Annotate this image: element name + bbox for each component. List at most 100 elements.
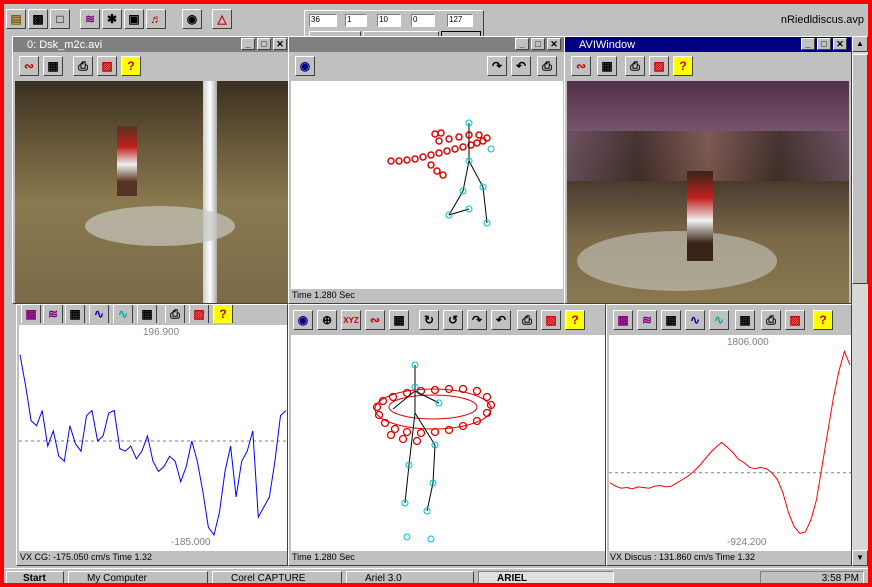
print-icon[interactable]: ⎙: [165, 305, 185, 323]
print-icon[interactable]: ⎙: [517, 310, 537, 330]
scroll-down-button[interactable]: ▼: [852, 550, 868, 566]
ymin-label: -185.000: [171, 537, 211, 548]
chart-icon[interactable]: ▦: [613, 310, 633, 330]
stick-bottom-toolbar: ◉ ⊕ XYZ ∾ ▦ ↻ ↺ ↷ ↶ ⎙ ▨ ?: [291, 307, 605, 333]
globe-icon[interactable]: ◉: [293, 310, 313, 330]
globe-icon[interactable]: ◉: [295, 56, 315, 76]
graph-icon[interactable]: ≋: [80, 9, 100, 29]
vertical-scrollbar[interactable]: ▲ ▼: [852, 36, 868, 566]
new-file-icon[interactable]: □: [50, 9, 70, 29]
print-preview-icon[interactable]: ▨: [649, 56, 669, 76]
zoom-icon[interactable]: ⊕: [317, 310, 337, 330]
print-preview-icon[interactable]: ▨: [785, 310, 805, 330]
table-icon[interactable]: ▦: [661, 310, 681, 330]
palette-icon[interactable]: ▦: [735, 310, 755, 330]
avi-toolbar: ∾ ▦ ⎙ ▨ ?: [567, 53, 851, 79]
minimize-button[interactable]: _: [515, 38, 529, 50]
undo-icon[interactable]: ↶: [511, 56, 531, 76]
snapshot-icon[interactable]: ◉: [182, 9, 202, 29]
wave2-icon[interactable]: ∿: [113, 305, 133, 323]
graph-right-toolbar: ▦ ≋ ▦ ∿ ∿ ▦ ⎙ ▨ ?: [609, 307, 851, 333]
warning-icon[interactable]: △: [212, 9, 232, 29]
curve-icon[interactable]: ∾: [365, 310, 385, 330]
start-button[interactable]: Start: [6, 571, 64, 583]
graph-icon[interactable]: ≋: [637, 310, 657, 330]
help-icon[interactable]: ?: [213, 305, 233, 323]
palette-icon[interactable]: ▦: [389, 310, 409, 330]
minimize-button[interactable]: _: [801, 38, 815, 50]
frame-field-1[interactable]: 36: [309, 14, 337, 27]
graph-right-chart: [609, 349, 851, 534]
table-icon[interactable]: ▦: [65, 305, 85, 323]
redo-icon[interactable]: ↷: [467, 310, 487, 330]
status-bar: VX Discus : 131.860 cm/s Time 1.32: [607, 551, 851, 565]
video-window-left[interactable]: 0: Dsk_m2c.avi _ □ ✕ ∾ ▦ ⎙ ▨ ?: [12, 36, 292, 304]
open-folder-icon[interactable]: ▤: [6, 9, 26, 29]
taskbar-item-corel[interactable]: Corel CAPTURE: [212, 571, 342, 583]
wave2-icon[interactable]: ∿: [709, 310, 729, 330]
graph-window-left[interactable]: ▦ ≋ ▦ ∿ ∿ ▦ ⎙ ▨ ? 196.900 -185.000 VX CG…: [16, 304, 288, 566]
stick-figure-bottom-svg: [372, 361, 496, 543]
graph-right-plot: 1806.000 -924.200: [609, 335, 851, 551]
curve-icon[interactable]: ∾: [19, 56, 39, 76]
help-icon[interactable]: ?: [813, 310, 833, 330]
redo-icon[interactable]: ↷: [487, 56, 507, 76]
stick-top-canvas: [291, 81, 563, 289]
close-button[interactable]: ✕: [547, 38, 561, 50]
maximize-button[interactable]: □: [531, 38, 545, 50]
print-icon[interactable]: ⎙: [625, 56, 645, 76]
stick-figure-window-bottom[interactable]: ◉ ⊕ XYZ ∾ ▦ ↻ ↺ ↷ ↶ ⎙ ▨ ? Time 1.280 Sec: [288, 304, 606, 566]
print-icon[interactable]: ⎙: [537, 56, 557, 76]
palette-icon[interactable]: ▦: [137, 305, 157, 323]
taskbar-item-ariel3[interactable]: Ariel 3.0: [346, 571, 474, 583]
taskbar-item-my-computer[interactable]: My Computer: [68, 571, 208, 583]
data-series-line: [19, 354, 287, 537]
chart-icon[interactable]: ▦: [21, 305, 41, 323]
video-frame-left: [15, 81, 291, 303]
graph-icon[interactable]: ≋: [43, 305, 63, 323]
avi-window-right[interactable]: AVIWindow _ □ ✕ ∾ ▦ ⎙ ▨ ?: [564, 36, 852, 304]
stick-figure-window-top[interactable]: _ □ ✕ ◉ ↷ ↶ ⎙ Time 1.280 Sec: [288, 36, 566, 304]
application-window: ▤ ▩ □ ≋ ✱ ▣ ♬ ◉ △ nRiedldiscus.avp 0: Ds…: [0, 0, 872, 587]
save-icon[interactable]: ▩: [28, 9, 48, 29]
undo-icon[interactable]: ↶: [491, 310, 511, 330]
help-icon[interactable]: ?: [121, 56, 141, 76]
camera-capture-icon[interactable]: ▣: [124, 9, 144, 29]
palette-icon[interactable]: ▦: [597, 56, 617, 76]
graph-window-right[interactable]: ▦ ≋ ▦ ∿ ∿ ▦ ⎙ ▨ ? 1806.000 -924.200 VX D…: [606, 304, 852, 566]
video-left-toolbar: ∾ ▦ ⎙ ▨ ?: [15, 53, 291, 79]
rotate-x-icon[interactable]: ↻: [419, 310, 439, 330]
frame-field-3[interactable]: 10: [377, 14, 401, 27]
frame-field-2[interactable]: 1: [345, 14, 367, 27]
runner-icon[interactable]: ♬: [146, 9, 166, 29]
athlete: [117, 126, 137, 196]
maximize-button[interactable]: □: [817, 38, 831, 50]
stick-figure-top-svg: [387, 119, 495, 227]
print-icon[interactable]: ⎙: [761, 310, 781, 330]
close-button[interactable]: ✕: [273, 38, 287, 50]
frame-field-4[interactable]: 0: [411, 14, 435, 27]
minimize-button[interactable]: _: [241, 38, 255, 50]
avi-title: AVIWindow: [579, 38, 636, 51]
print-preview-icon[interactable]: ▨: [97, 56, 117, 76]
wave-icon[interactable]: ∿: [685, 310, 705, 330]
scroll-thumb[interactable]: [852, 54, 868, 284]
close-button[interactable]: ✕: [833, 38, 847, 50]
curve-icon[interactable]: ∾: [571, 56, 591, 76]
xyz-icon[interactable]: XYZ: [341, 310, 361, 330]
palette-icon[interactable]: ▦: [43, 56, 63, 76]
print-icon[interactable]: ⎙: [73, 56, 93, 76]
print-preview-icon[interactable]: ▨: [189, 305, 209, 323]
rotate-y-icon[interactable]: ↺: [443, 310, 463, 330]
taskbar-item-ariel[interactable]: ARIEL: [478, 571, 614, 583]
status-bar: Time 1.280 Sec: [289, 289, 565, 303]
net-pole: [203, 81, 217, 303]
print-preview-icon[interactable]: ▨: [541, 310, 561, 330]
scroll-up-button[interactable]: ▲: [852, 36, 868, 52]
maximize-button[interactable]: □: [257, 38, 271, 50]
frame-field-5[interactable]: 127: [447, 14, 473, 27]
help-icon[interactable]: ?: [673, 56, 693, 76]
wave-icon[interactable]: ∿: [89, 305, 109, 323]
help-icon[interactable]: ?: [565, 310, 585, 330]
run-figure-icon[interactable]: ✱: [102, 9, 122, 29]
